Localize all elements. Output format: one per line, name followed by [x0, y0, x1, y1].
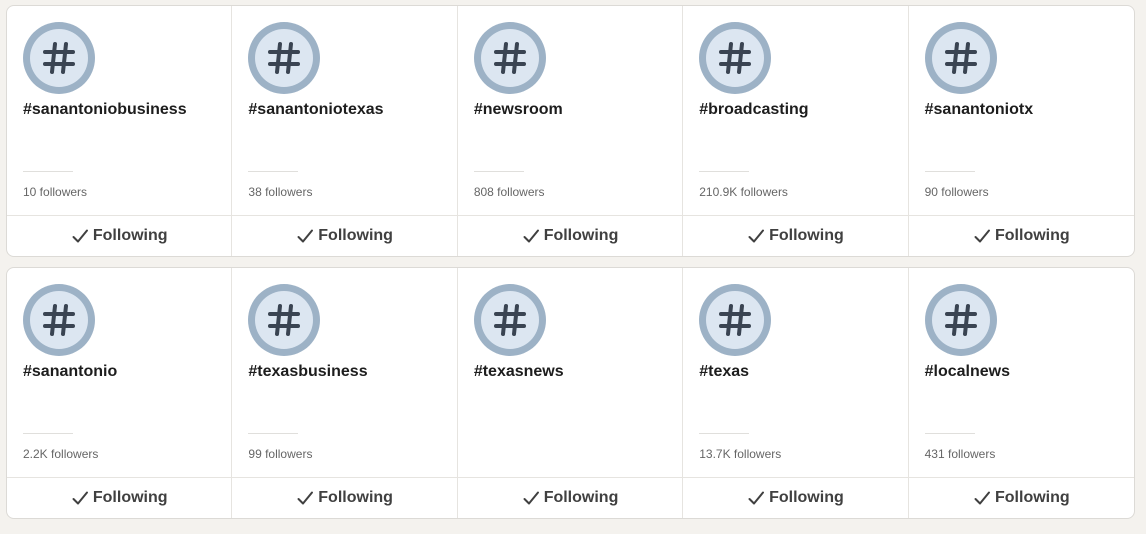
hashtag-icon-inner	[480, 291, 539, 349]
divider	[699, 433, 750, 434]
follower-count: 2.2K followers	[23, 447, 99, 461]
hashtag-name[interactable]: #texas	[699, 363, 749, 381]
hashtag-icon[interactable]	[924, 22, 997, 94]
hashtag-card: #sanantoniobusiness 10 followers Followi…	[7, 6, 233, 256]
hashtag-icon-inner	[706, 29, 765, 87]
hashtag-icon-inner	[706, 291, 765, 349]
hashtag-icon[interactable]	[248, 22, 321, 94]
hashtag-icon[interactable]	[473, 22, 546, 94]
hashtag-icon[interactable]	[699, 22, 772, 94]
following-label: Following	[92, 489, 168, 506]
following-button[interactable]: Following	[908, 215, 1134, 256]
hashtag-icon-inner	[255, 29, 314, 87]
following-button[interactable]: Following	[7, 215, 232, 256]
divider	[23, 433, 73, 434]
hashtag-card: #sanantoniotx 90 followers Following	[908, 6, 1134, 256]
check-icon	[974, 229, 990, 243]
hashtag-icon-inner	[30, 291, 88, 349]
divider	[924, 433, 975, 434]
hashtag-name[interactable]: #sanantonio	[23, 363, 117, 381]
following-label: Following	[318, 489, 393, 506]
following-label: Following	[318, 227, 393, 244]
check-icon	[297, 491, 314, 505]
divider	[699, 171, 750, 172]
check-icon	[72, 229, 88, 243]
hashtag-card: #localnews 431 followers Following	[908, 268, 1134, 518]
hashtag-card: #sanantonio 2.2K followers Following	[7, 268, 233, 518]
hashtag-card: #newsroom 808 followers Following	[457, 6, 684, 256]
following-label: Following	[769, 227, 844, 244]
hashtag-icon[interactable]	[23, 284, 95, 356]
follower-count: 808 followers	[473, 185, 545, 199]
divider	[924, 171, 975, 172]
check-icon	[523, 229, 539, 243]
check-icon	[974, 491, 990, 505]
check-icon	[748, 491, 765, 505]
following-button[interactable]: Following	[457, 477, 683, 518]
follower-count: 431 followers	[924, 447, 996, 461]
hashtag-name[interactable]: #texasnews	[474, 363, 564, 381]
hashtag-icon[interactable]	[23, 22, 95, 94]
hashtag-name[interactable]: #newsroom	[474, 101, 563, 119]
hashtag-icon[interactable]	[248, 284, 321, 356]
hashtag-grid-row-2: #sanantonio 2.2K followers Following #te…	[6, 267, 1135, 519]
hashtag-name[interactable]: #sanantoniobusiness	[23, 101, 187, 119]
following-button[interactable]: Following	[7, 477, 232, 518]
follower-count: 210.9K followers	[699, 185, 788, 199]
follower-count: 99 followers	[248, 447, 313, 461]
hashtag-icon-inner	[480, 29, 539, 87]
hashtag-grid-row-1: #sanantoniobusiness 10 followers Followi…	[6, 5, 1135, 257]
hashtag-name[interactable]: #broadcasting	[699, 101, 808, 119]
divider	[473, 171, 524, 172]
hashtag-icon-inner	[255, 291, 314, 349]
check-icon	[72, 491, 88, 505]
hashtag-name[interactable]: #texasbusiness	[248, 363, 367, 381]
hashtag-card: #sanantoniotexas 38 followers Following	[232, 6, 458, 256]
following-button[interactable]: Following	[232, 215, 457, 256]
following-button[interactable]: Following	[232, 477, 457, 518]
following-label: Following	[995, 227, 1070, 244]
hashtag-icon-inner	[931, 29, 990, 87]
follower-count: 13.7K followers	[699, 447, 782, 461]
follower-count: 38 followers	[248, 185, 313, 199]
hashtag-name[interactable]: #localnews	[925, 363, 1010, 381]
hashtag-icon-inner	[30, 29, 88, 87]
check-icon	[297, 229, 314, 243]
follower-count: 10 followers	[23, 185, 88, 199]
hashtag-name[interactable]: #sanantoniotexas	[248, 101, 383, 119]
following-label: Following	[92, 227, 168, 244]
following-label: Following	[769, 489, 844, 506]
hashtag-card: #broadcasting 210.9K followers Following	[683, 6, 909, 256]
divider	[23, 171, 73, 172]
divider	[248, 433, 299, 434]
following-button[interactable]: Following	[908, 477, 1134, 518]
following-button[interactable]: Following	[683, 477, 908, 518]
hashtag-icon[interactable]	[699, 284, 772, 356]
divider	[248, 171, 299, 172]
hashtag-icon[interactable]	[924, 284, 997, 356]
check-icon	[523, 491, 539, 505]
check-icon	[748, 229, 765, 243]
following-label: Following	[543, 489, 619, 506]
hashtag-icon[interactable]	[473, 284, 546, 356]
following-button[interactable]: Following	[683, 215, 908, 256]
following-label: Following	[995, 489, 1070, 506]
following-button[interactable]: Following	[457, 215, 683, 256]
hashtag-name[interactable]: #sanantoniotx	[925, 101, 1033, 119]
follower-count: 90 followers	[924, 185, 989, 199]
hashtag-card: #texas 13.7K followers Following	[683, 268, 909, 518]
following-label: Following	[543, 227, 619, 244]
hashtag-card: #texasnews Following	[457, 268, 684, 518]
hashtag-card: #texasbusiness 99 followers Following	[232, 268, 458, 518]
hashtag-icon-inner	[931, 291, 990, 349]
